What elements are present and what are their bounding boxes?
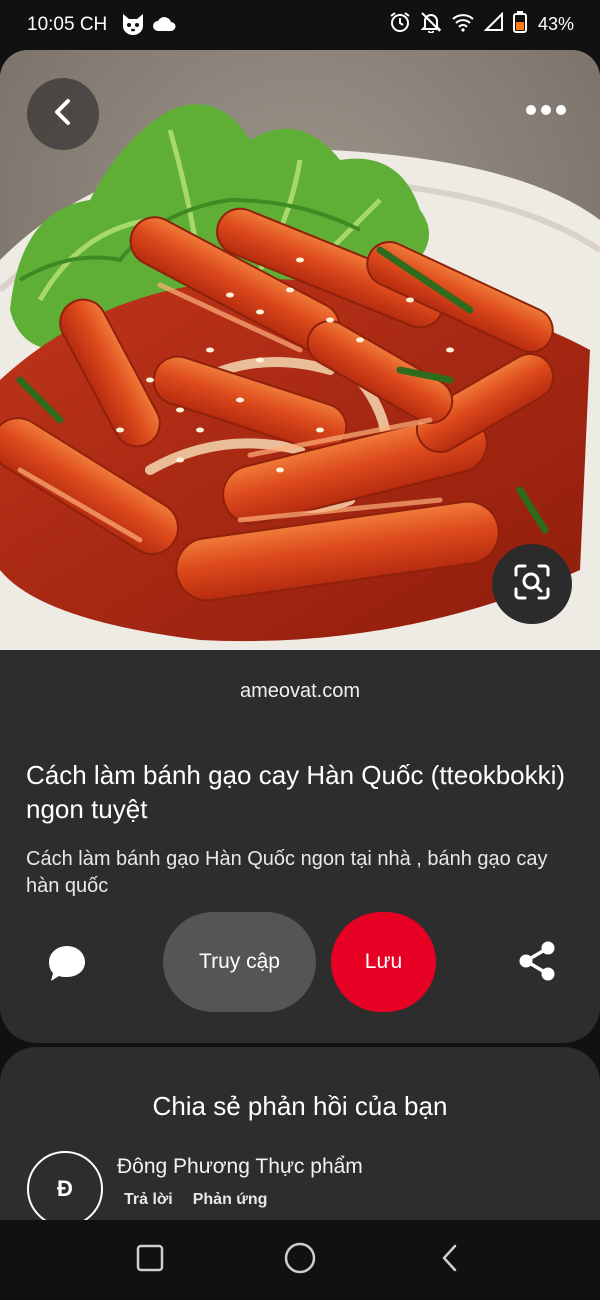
lens-search-icon <box>513 563 551 606</box>
comment-author[interactable]: Đông Phương Thực phẩm <box>117 1155 363 1179</box>
home-button[interactable] <box>280 1240 320 1280</box>
share-icon <box>517 940 557 987</box>
more-options-button[interactable] <box>522 92 570 132</box>
wifi-icon <box>451 12 475 37</box>
comment-button[interactable] <box>44 942 90 988</box>
pin-title: Cách làm bánh gạo cay Hàn Quốc (tteokbok… <box>26 760 566 824</box>
battery-icon <box>512 11 527 38</box>
avatar[interactable]: Đ <box>27 1151 103 1227</box>
recents-button[interactable] <box>130 1240 170 1280</box>
speech-bubble-icon <box>47 943 87 988</box>
chevron-left-icon <box>50 97 76 132</box>
status-bar: 10:05 CH 43% <box>0 0 600 50</box>
source-link[interactable]: ameovat.com <box>0 680 600 703</box>
alarm-icon <box>389 11 411 38</box>
system-nav-bar <box>0 1220 600 1300</box>
save-button[interactable]: Lưu <box>331 912 436 1012</box>
pin-info-card: ameovat.com Cách làm bánh gạo cay Hàn Qu… <box>0 650 600 1043</box>
bell-off-icon <box>420 11 442 38</box>
system-back-button[interactable] <box>430 1240 470 1280</box>
feedback-section: Chia sẻ phản hồi của bạn Đ Đông Phương T… <box>0 1047 600 1227</box>
battery-percent: 43% <box>537 14 574 34</box>
visual-search-button[interactable] <box>492 544 572 624</box>
cat-face-icon <box>120 11 146 42</box>
recents-square-icon <box>135 1243 165 1278</box>
cloud-icon <box>152 15 176 38</box>
home-circle-icon <box>283 1241 317 1280</box>
share-button[interactable] <box>514 940 560 986</box>
pin-image[interactable] <box>0 50 600 650</box>
react-button[interactable]: Phản ứng <box>193 1191 268 1209</box>
status-time: 10:05 CH <box>27 14 108 35</box>
feedback-title: Chia sẻ phản hồi của bạn <box>152 1091 448 1121</box>
more-dots-icon <box>525 103 567 121</box>
back-chevron-icon <box>439 1243 461 1278</box>
back-button[interactable] <box>27 78 99 150</box>
visit-button[interactable]: Truy cập <box>163 912 316 1012</box>
pin-description: Cách làm bánh gạo Hàn Quốc ngon tại nhà … <box>26 848 548 897</box>
reply-button[interactable]: Trả lời <box>124 1191 173 1209</box>
signal-icon <box>483 11 504 37</box>
